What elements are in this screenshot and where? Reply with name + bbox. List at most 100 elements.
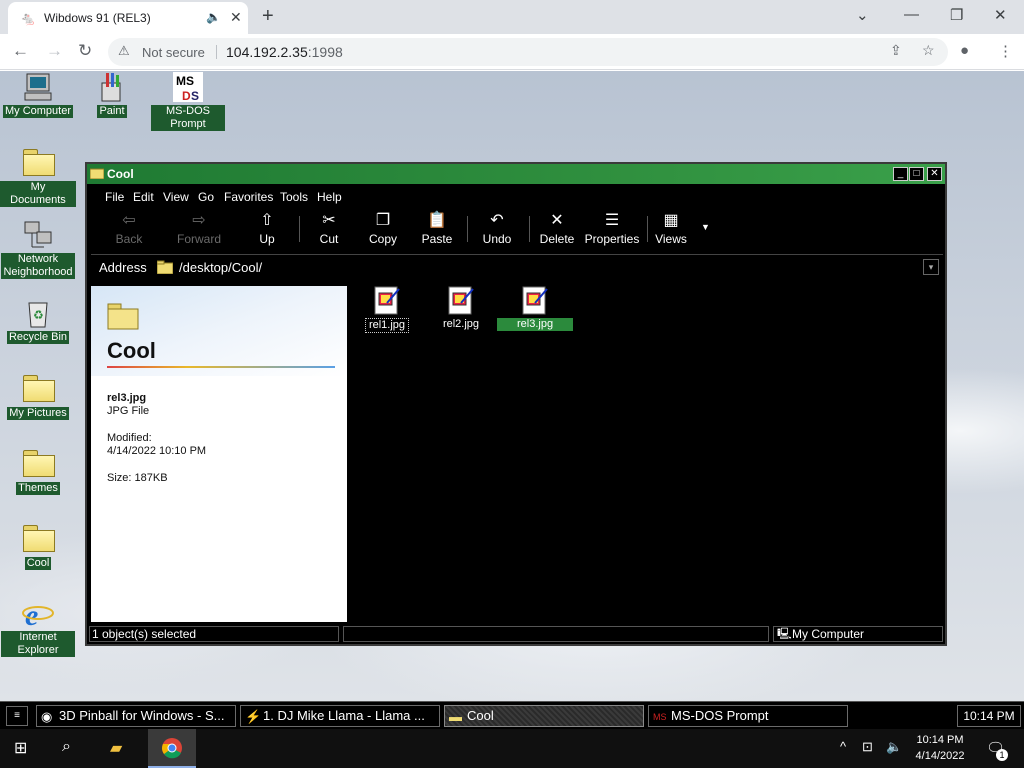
desktop-icon-label: My Pictures xyxy=(7,407,69,420)
warning-icon[interactable]: ⚠ xyxy=(118,43,130,59)
back-arrow-icon[interactable]: ← xyxy=(12,41,29,61)
audio-playing-icon[interactable]: 🔈 xyxy=(206,10,221,24)
clock-time: 10:14 PM xyxy=(916,734,964,746)
tray-expand-icon[interactable]: ^ xyxy=(840,739,846,754)
network-icon[interactable]: ⊡ xyxy=(862,739,873,755)
taskbar-button-pinball[interactable]: ◉ 3D Pinball for Windows - S... xyxy=(36,705,236,727)
folder-icon: ▬ xyxy=(449,709,462,724)
menu-favorites[interactable]: Favorites xyxy=(224,190,273,204)
taskbar-button-cool[interactable]: ▬ Cool xyxy=(444,705,644,727)
menu-tools[interactable]: Tools xyxy=(280,190,308,204)
minimize-icon[interactable]: _ xyxy=(893,167,908,181)
views-label: Views xyxy=(655,232,687,246)
minimize-window-icon[interactable]: — xyxy=(904,6,919,23)
windows-taskbar: ⊞ ⌕ ▰ ^ ⊡ 🔈 10:14 PM 4/14/2022 🗨 1 xyxy=(0,729,1024,768)
forward-button[interactable]: ⇨ Forward xyxy=(171,210,227,246)
taskbar-button-ms-dos[interactable]: MS MS-DOS Prompt xyxy=(648,705,848,727)
modified-value: 4/14/2022 10:10 PM xyxy=(107,445,207,457)
file-item[interactable]: rel1.jpg xyxy=(349,286,425,333)
paint-icon xyxy=(101,73,121,102)
desktop-icon-my-pictures[interactable]: My Pictures xyxy=(0,373,76,420)
menu-file[interactable]: File xyxy=(105,190,124,204)
search-icon[interactable]: ⌕ xyxy=(62,738,71,756)
url-text[interactable]: 104.192.2.35:1998 xyxy=(226,44,343,60)
views-button[interactable]: ▦ Views xyxy=(643,210,699,246)
desktop-icon-my-documents[interactable]: My Documents xyxy=(0,147,76,207)
menu-go[interactable]: Go xyxy=(198,190,214,204)
network-icon xyxy=(24,221,52,248)
explorer-window: Cool _ □ ✕ File Edit View Go Favorites T… xyxy=(85,162,947,646)
address-field[interactable]: /desktop/Cool/ ▾ xyxy=(153,257,943,277)
desktop-icon-themes[interactable]: Themes xyxy=(0,448,76,495)
menu-help[interactable]: Help xyxy=(317,190,342,204)
menu-bar: File Edit View Go Favorites Tools Help xyxy=(87,186,945,208)
close-tab-icon[interactable]: ✕ xyxy=(230,9,242,26)
desktop-icon-paint[interactable]: Paint xyxy=(74,71,150,118)
reload-icon[interactable]: ↻ xyxy=(78,41,92,61)
toolbar: ⇦ Back ⇨ Forward ⇧ Up ✂ Cut ❐ Copy 📋 Paste ↶ Un… xyxy=(93,210,943,252)
browser-tab[interactable]: 🐁 Wibdows 91 (REL3) 🔈 ✕ xyxy=(8,2,248,34)
desktop-icon-network-neighborhood[interactable]: Network Neighborhood xyxy=(0,219,76,279)
address-dropdown-icon[interactable]: ▾ xyxy=(923,259,939,275)
up-button[interactable]: ⇧ Up xyxy=(239,210,295,246)
windows-start-icon[interactable]: ⊞ xyxy=(14,738,27,758)
profile-avatar-icon[interactable]: ● xyxy=(960,42,969,59)
volume-icon[interactable]: 🔈 xyxy=(886,739,902,755)
documents-folder-icon xyxy=(22,147,55,179)
maximize-icon[interactable]: □ xyxy=(909,167,924,181)
file-item-selected[interactable]: rel3.jpg xyxy=(497,286,574,331)
taskbar-button-winamp[interactable]: ⚡ 1. DJ Mike Llama - Llama ... xyxy=(240,705,440,727)
menu-edit[interactable]: Edit xyxy=(133,190,154,204)
close-window-icon[interactable]: ✕ xyxy=(994,6,1007,24)
new-tab-icon[interactable]: + xyxy=(262,5,274,28)
menu-view[interactable]: View xyxy=(163,190,189,204)
back-arrow-icon: ⇦ xyxy=(122,212,136,229)
chrome-menu-icon[interactable]: ⋮ xyxy=(998,42,1013,60)
win98-clock[interactable]: 10:14 PM xyxy=(957,705,1021,727)
taskbar-button-label: MS-DOS Prompt xyxy=(671,708,769,723)
file-item[interactable]: rel2.jpg xyxy=(423,286,499,331)
paste-button[interactable]: 📋 Paste xyxy=(409,210,465,246)
info-pane-rule xyxy=(107,366,335,368)
window-title-bar[interactable]: Cool _ □ ✕ xyxy=(87,164,945,184)
status-zone-label: My Computer xyxy=(792,627,865,641)
delete-button[interactable]: ✕ Delete xyxy=(529,210,585,246)
views-dropdown-icon[interactable]: ▼ xyxy=(701,222,710,232)
tab-search-chevron-icon[interactable]: ⌄ xyxy=(856,6,869,24)
win98-taskbar: ≡ ◉ 3D Pinball for Windows - S... ⚡ 1. D… xyxy=(0,701,1024,729)
svg-text:MS: MS xyxy=(176,74,194,88)
desktop-icon-recycle-bin[interactable]: ♻ Recycle Bin xyxy=(0,297,76,344)
properties-button[interactable]: ☰ Properties xyxy=(581,210,643,246)
bookmark-star-icon[interactable]: ☆ xyxy=(922,42,935,59)
desktop-icon-cool[interactable]: Cool xyxy=(0,523,76,570)
folder-icon xyxy=(90,168,104,179)
undo-button[interactable]: ↶ Undo xyxy=(469,210,525,246)
restore-window-icon[interactable]: ❐ xyxy=(950,6,963,24)
svg-text:S: S xyxy=(191,89,199,103)
url-host: 104.192.2.35 xyxy=(226,44,308,60)
cut-button[interactable]: ✂ Cut xyxy=(301,210,357,246)
share-icon[interactable]: ⇪ xyxy=(890,42,902,59)
forward-arrow-icon[interactable]: → xyxy=(46,41,63,61)
copy-button[interactable]: ❐ Copy xyxy=(355,210,411,246)
system-clock[interactable]: 10:14 PM 4/14/2022 xyxy=(910,732,970,764)
desktop-icon-label: My Documents xyxy=(0,181,76,207)
start-menu-icon[interactable]: ≡ xyxy=(6,706,28,726)
toolbar-separator xyxy=(299,216,300,242)
address-bar[interactable]: ⚠ Not secure 104.192.2.35:1998 ⇪ ☆ xyxy=(108,38,948,66)
desktop-icon-ms-dos-prompt[interactable]: MS D S MS-DOS Prompt xyxy=(150,71,226,131)
paste-icon: 📋 xyxy=(427,212,447,229)
selected-file-type: JPG File xyxy=(107,405,150,417)
file-explorer-icon[interactable]: ▰ xyxy=(110,738,122,758)
ms-dos-icon: MS D S xyxy=(173,72,203,103)
close-icon[interactable]: ✕ xyxy=(927,167,942,181)
folder-icon xyxy=(22,373,55,405)
desktop-icon-my-computer[interactable]: My Computer xyxy=(0,71,76,118)
computer-icon xyxy=(24,73,52,101)
back-button[interactable]: ⇦ Back xyxy=(101,210,157,246)
security-label[interactable]: Not secure xyxy=(142,45,205,60)
folder-icon xyxy=(22,448,55,480)
browser-toolbar: ← → ↻ ⚠ Not secure 104.192.2.35:1998 ⇪ ☆… xyxy=(0,34,1024,70)
desktop-icon-label: Themes xyxy=(16,482,60,495)
desktop-icon-internet-explorer[interactable]: e Internet Explorer xyxy=(0,597,76,657)
